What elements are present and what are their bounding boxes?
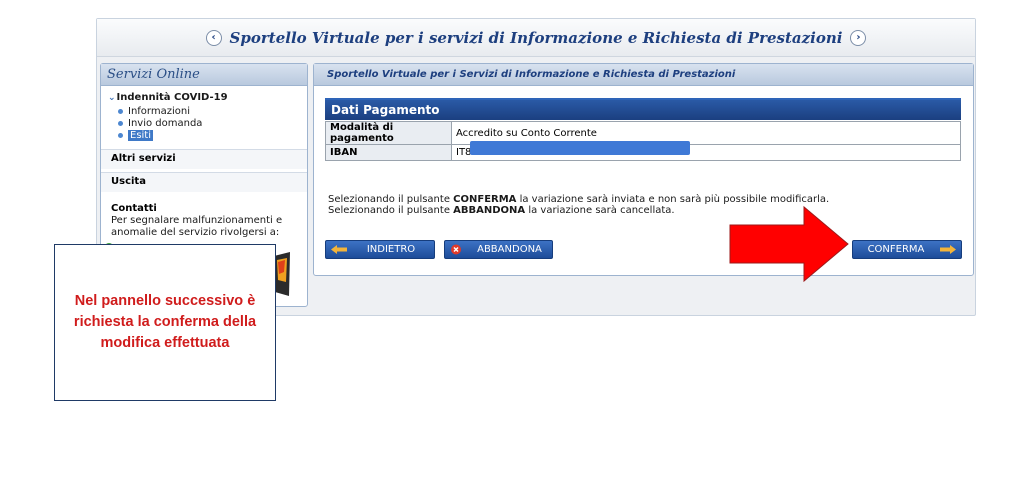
callout-text: Nel pannello successivo è richiesta la c… xyxy=(73,293,257,351)
arrow-right-icon xyxy=(940,245,956,254)
sidebar-header: Servizi Online xyxy=(101,64,307,86)
banner-title: Sportello Virtuale per i servizi di Info… xyxy=(229,28,843,47)
red-arrow-annotation xyxy=(729,205,849,283)
payment-method-label: Modalità di pagamento xyxy=(325,121,452,145)
info-line-conferma: Selezionando il pulsante CONFERMA la var… xyxy=(328,194,830,205)
contatti-text: Per segnalare malfunzionamenti e anomali… xyxy=(111,215,283,238)
sidebar-covid-section[interactable]: ⌄Indennità COVID-19 xyxy=(108,92,314,103)
iban-redaction xyxy=(470,141,690,155)
cancel-icon xyxy=(451,244,461,255)
sidebar-item-label: Informazioni xyxy=(128,106,190,117)
sidebar-title: Servizi Online xyxy=(107,67,200,82)
prev-arrow-button[interactable]: ‹ xyxy=(205,29,222,46)
sidebar-item-uscita[interactable]: Uscita xyxy=(101,172,307,192)
bullet-icon xyxy=(118,108,123,114)
sidebar-item-label: Altri servizi xyxy=(111,153,176,164)
sidebar-item-label: Uscita xyxy=(111,176,146,187)
main-header-title: Sportello Virtuale per i Servizi di Info… xyxy=(327,69,736,80)
sidebar-item-invio-domanda[interactable]: Invio domanda xyxy=(118,118,202,129)
sidebar-item-informazioni[interactable]: Informazioni xyxy=(118,106,190,117)
top-banner: ‹ Sportello Virtuale per i servizi di In… xyxy=(97,19,975,57)
bullet-icon xyxy=(118,132,123,138)
contatti-title: Contatti xyxy=(111,203,157,214)
covid-section-title: Indennità COVID-19 xyxy=(116,92,228,103)
sidebar-item-altri-servizi[interactable]: Altri servizi xyxy=(101,149,307,169)
abbandona-label: ABBANDONA xyxy=(477,244,542,255)
arrow-left-icon xyxy=(331,245,347,254)
main-header: Sportello Virtuale per i Servizi di Info… xyxy=(314,64,973,86)
indietro-label: INDIETRO xyxy=(366,244,416,255)
bullet-icon xyxy=(118,120,123,126)
indietro-button[interactable]: INDIETRO xyxy=(325,240,435,259)
abbandona-button[interactable]: ABBANDONA xyxy=(444,240,553,259)
sidebar-item-esiti[interactable]: Esiti xyxy=(118,130,154,141)
conferma-button[interactable]: CONFERMA xyxy=(852,240,962,259)
chevron-down-icon: ⌄ xyxy=(108,93,116,103)
sidebar-item-label: Invio domanda xyxy=(128,118,203,129)
conferma-label: CONFERMA xyxy=(867,244,925,255)
dati-pagamento-title: Dati Pagamento xyxy=(331,103,440,117)
iban-label: IBAN xyxy=(325,144,452,161)
dati-pagamento-header: Dati Pagamento xyxy=(325,98,961,120)
sidebar-item-label: Esiti xyxy=(128,130,154,141)
next-arrow-button[interactable]: › xyxy=(850,29,867,46)
